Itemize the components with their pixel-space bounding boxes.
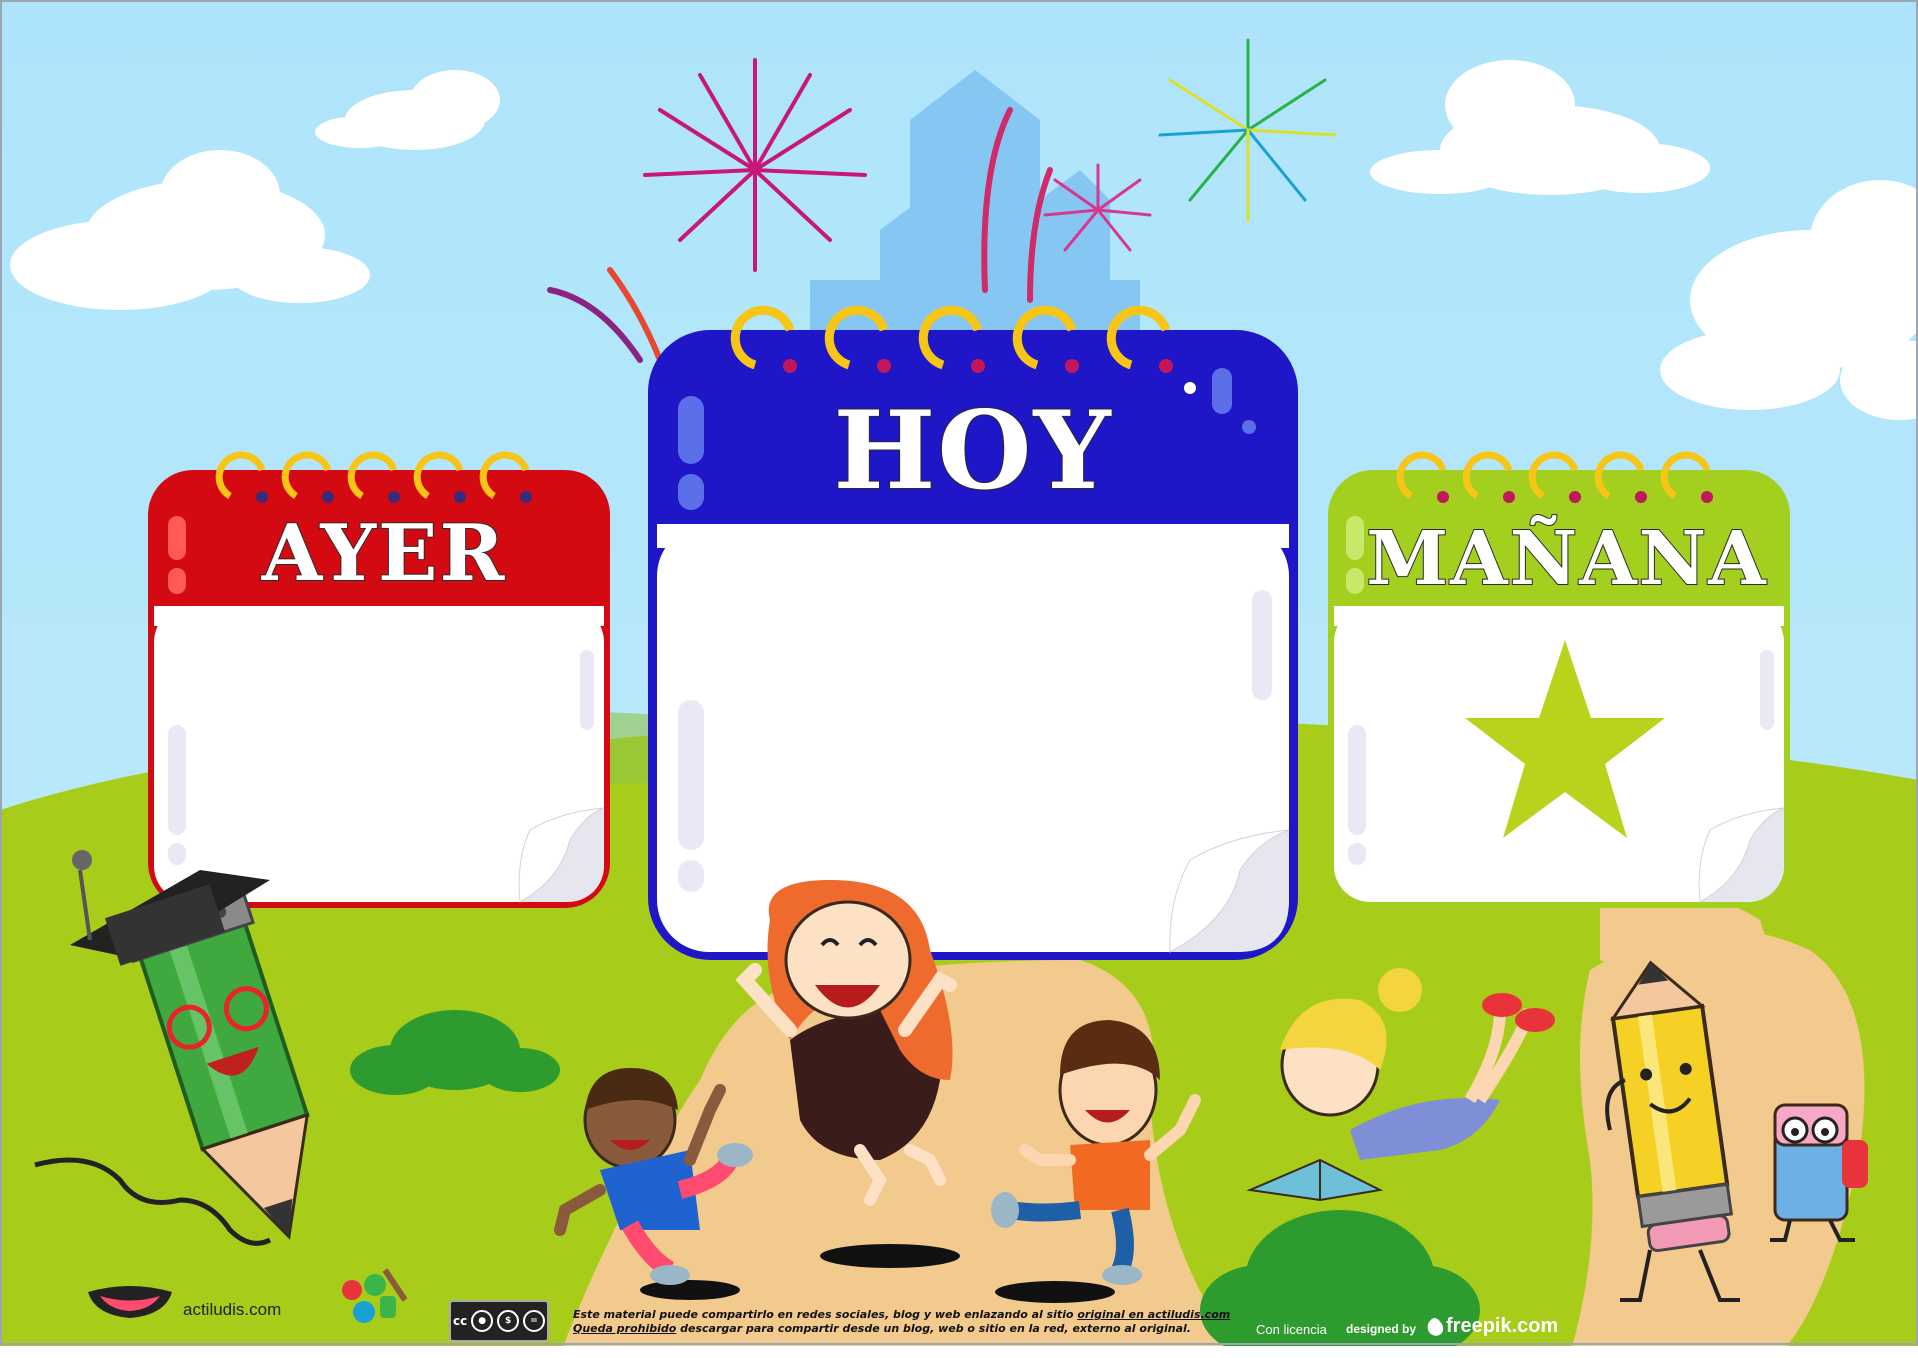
cc-label: cc (452, 1314, 468, 1328)
license-notice: Este material puede compartirlo en redes… (573, 1308, 1233, 1336)
poster-canvas: AYER HOY MAÑANA actiludis.com cc ● $ = E… (0, 0, 1918, 1355)
license-notice-2b: descargar para compartir desde un blog, … (676, 1322, 1191, 1335)
license-notice-2a: Queda prohibido (573, 1322, 677, 1335)
attribution-icon: ● (471, 1310, 494, 1332)
original-link[interactable]: original en actiludis.com (1077, 1308, 1230, 1321)
site-name: actiludis.com (183, 1300, 282, 1319)
creative-commons-badge: cc ● $ = (449, 1300, 549, 1342)
noderivatives-icon: = (523, 1310, 546, 1332)
license-label: Con licencia (1256, 1322, 1327, 1337)
freepik-link[interactable]: freepik.com (1446, 1315, 1558, 1338)
bottom-strip (0, 1346, 1918, 1354)
calendar-title-today: HOY (833, 388, 1112, 514)
license-notice-1a: Este material puede compartirlo en redes… (573, 1308, 1078, 1321)
calendar-title-yesterday: AYER (261, 508, 507, 599)
noncommercial-icon: $ (497, 1310, 520, 1332)
illustration: AYER HOY MAÑANA (0, 0, 1918, 1355)
license-notice-line-1: Este material puede compartirlo en redes… (573, 1308, 1233, 1322)
license-notice-line-2: Queda prohibido descargar para compartir… (573, 1322, 1233, 1336)
designed-by-label: designed by (1346, 1322, 1417, 1336)
calendar-title-tomorrow: MAÑANA (1366, 514, 1767, 602)
